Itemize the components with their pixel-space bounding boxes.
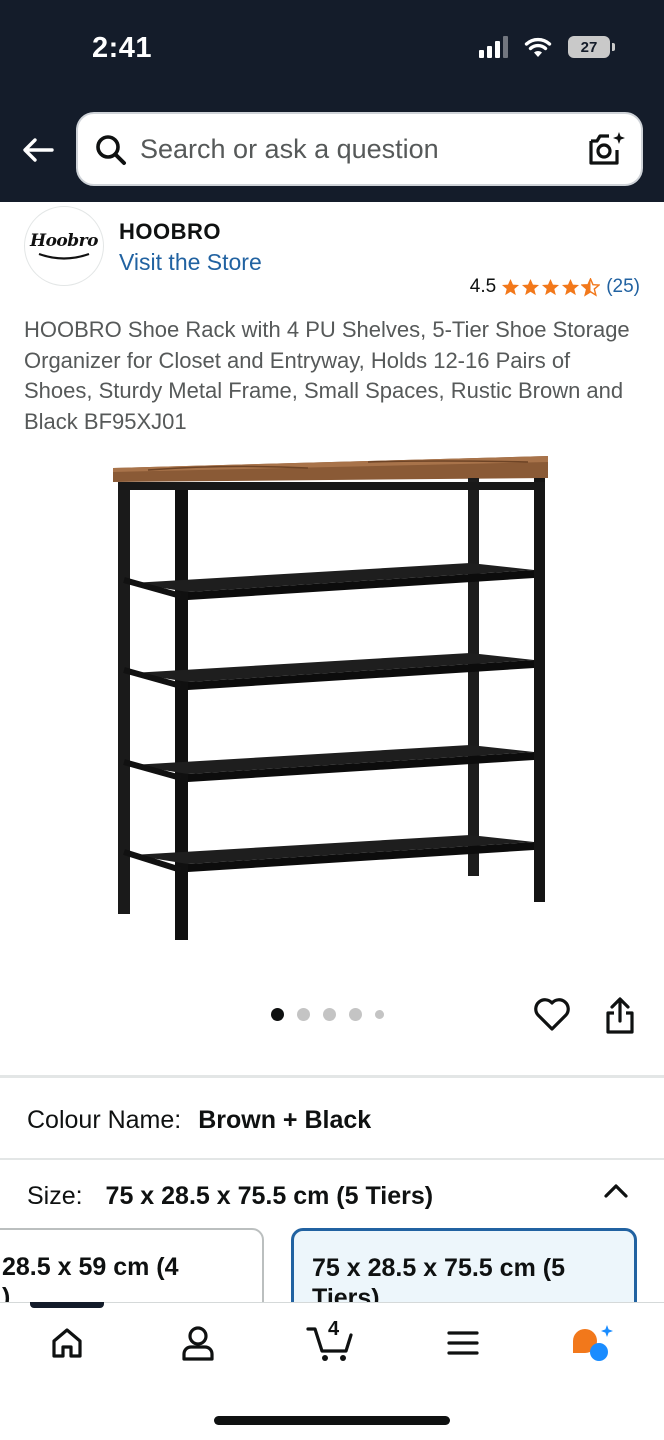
rufus-icon — [573, 1325, 613, 1361]
signal-icon — [479, 36, 508, 58]
rating-value: 4.5 — [469, 276, 497, 297]
nav-account[interactable] — [173, 1320, 223, 1366]
size-value: 75 x 28.5 x 75.5 cm (5 Tiers) — [105, 1182, 434, 1210]
back-arrow-icon[interactable] — [20, 132, 56, 168]
carousel-dot[interactable] — [323, 1008, 336, 1021]
nav-home[interactable] — [42, 1320, 92, 1366]
carousel-dot[interactable] — [375, 1010, 384, 1019]
section-divider — [0, 1075, 664, 1078]
chevron-up-icon[interactable] — [602, 1180, 630, 1200]
menu-icon — [447, 1331, 479, 1355]
star-icon — [562, 278, 580, 295]
star-icon — [502, 278, 520, 295]
wifi-icon — [524, 37, 552, 57]
carousel-dot[interactable] — [297, 1008, 310, 1021]
user-icon — [182, 1326, 214, 1361]
half-star-icon — [581, 277, 601, 297]
colour-value: Brown + Black — [198, 1106, 372, 1134]
carousel-dot[interactable] — [271, 1008, 284, 1021]
visit-store-link[interactable]: Visit the Store — [119, 249, 262, 276]
image-carousel-dots[interactable] — [271, 1008, 384, 1021]
size-label: Size: — [27, 1182, 83, 1210]
rating[interactable]: 4.5 (25) — [470, 276, 640, 298]
brand-logo-swoosh-icon — [38, 252, 90, 260]
battery-icon: 27 — [568, 36, 615, 58]
home-icon — [52, 1328, 82, 1358]
star-icon — [542, 278, 560, 295]
colour-label: Colour Name: — [27, 1106, 182, 1134]
section-divider — [0, 1158, 664, 1160]
search-icon — [96, 135, 126, 165]
nav-menu[interactable] — [438, 1320, 488, 1366]
rating-count: (25) — [606, 276, 640, 297]
nav-rufus[interactable] — [568, 1320, 618, 1366]
search-placeholder: Search or ask a question — [140, 134, 439, 164]
home-indicator — [214, 1416, 450, 1425]
camera-search-icon[interactable] — [587, 130, 627, 170]
size-selector-header[interactable]: Size: 75 x 28.5 x 75.5 cm (5 Tiers) — [27, 1182, 433, 1211]
search-input[interactable]: Search or ask a question — [76, 112, 643, 186]
brand-name: HOOBRO — [119, 219, 221, 244]
heart-icon[interactable] — [533, 996, 571, 1032]
colour-selector: Colour Name: Brown + Black — [27, 1106, 371, 1135]
carousel-dot[interactable] — [349, 1008, 362, 1021]
status-time: 2:41 — [92, 32, 153, 64]
star-icon — [522, 278, 540, 295]
product-title: HOOBRO Shoe Rack with 4 PU Shelves, 5-Ti… — [24, 317, 630, 434]
star-rating — [501, 277, 601, 297]
share-icon[interactable] — [604, 997, 636, 1035]
active-tab-indicator — [30, 1302, 104, 1308]
cart-count: 4 — [328, 1318, 340, 1340]
product-image[interactable] — [108, 450, 554, 946]
status-icons: 27 — [479, 36, 615, 58]
app-header: 2:41 27 Search or ask a question — [0, 0, 664, 202]
brand-logo[interactable]: Hoobro — [24, 206, 104, 286]
brand-logo-text: Hoobro — [30, 231, 98, 251]
